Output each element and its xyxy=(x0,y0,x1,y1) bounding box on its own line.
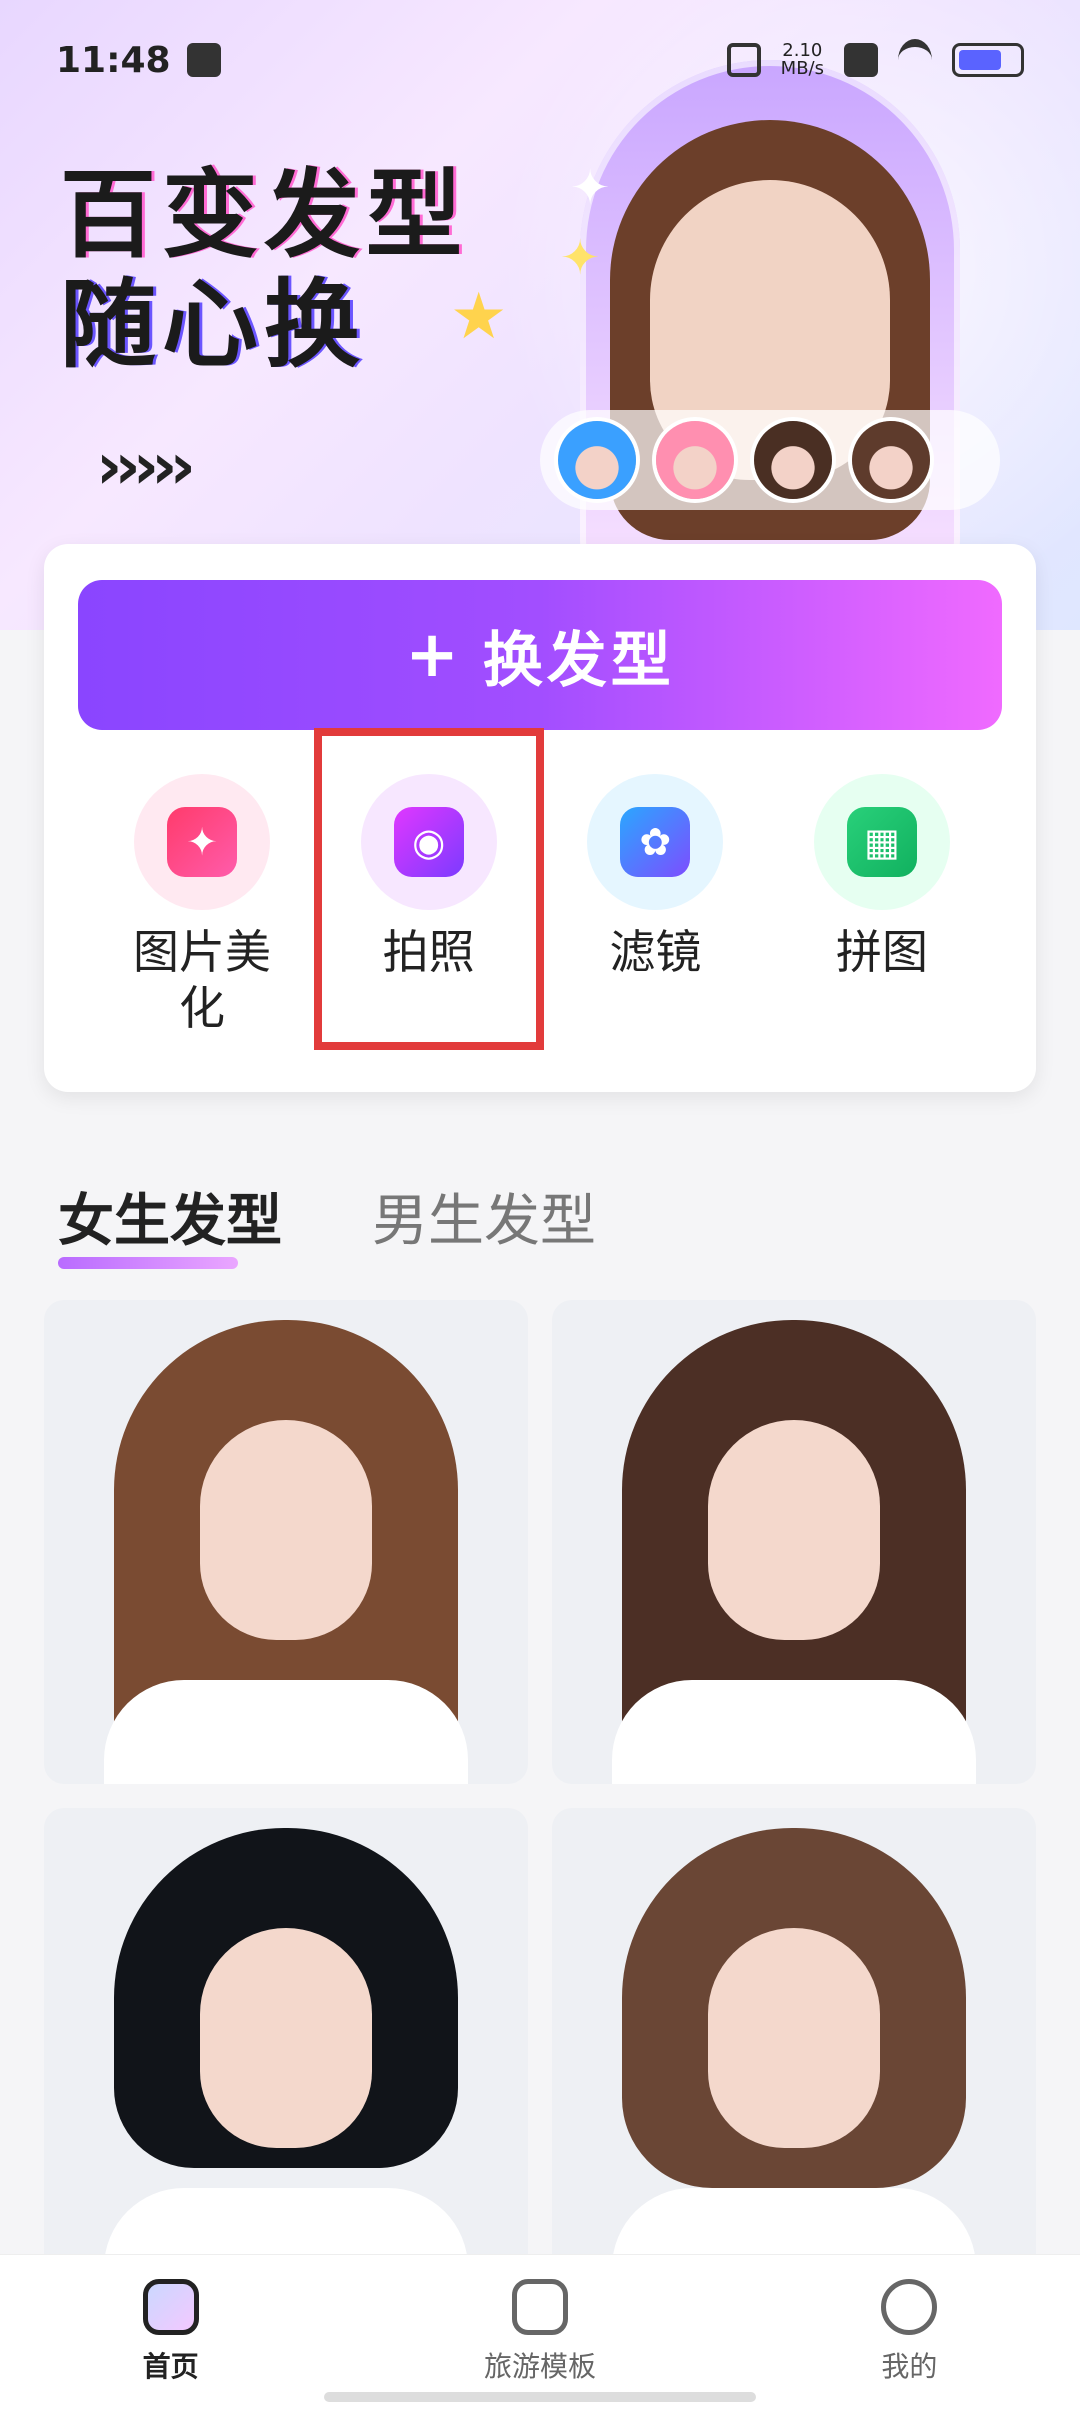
hairstyle-card[interactable] xyxy=(44,1808,528,2292)
notification-icon xyxy=(186,43,221,77)
bottom-navigation: 首页 旅游模板 我的 xyxy=(0,2254,1080,2409)
tool-camera[interactable]: ◉ 拍照 xyxy=(329,774,529,1074)
tool-label: 图片美化 xyxy=(133,925,271,1035)
sparkle-icon: ✦ xyxy=(570,160,611,216)
tool-label: 滤镜 xyxy=(609,925,702,979)
tool-bubble: ✦ xyxy=(134,774,270,910)
face-shape xyxy=(200,1928,372,2148)
nav-label: 我的 xyxy=(881,2350,938,2383)
tool-label: 拼图 xyxy=(835,925,928,979)
plus-icon: + xyxy=(405,618,463,692)
arrows-icon: ››››› xyxy=(96,430,196,504)
hairstyle-grid xyxy=(44,1300,1036,2292)
avatar-bob-hair xyxy=(852,421,930,499)
filter-icon: ✿ xyxy=(620,807,691,877)
status-left: 11:48 xyxy=(56,40,221,81)
sparkle-icon: ✦ xyxy=(560,230,601,286)
collage-icon: ▦ xyxy=(846,807,917,877)
tool-bubble: ◉ xyxy=(360,774,497,910)
banner-title-line2: 随心换 xyxy=(60,269,366,381)
status-bar: 11:48 2.10 MB/s xyxy=(0,0,1080,120)
network-speed: 2.10 MB/s xyxy=(781,42,824,78)
face-shape xyxy=(708,1420,880,1640)
avatar-pink-hair xyxy=(656,421,734,499)
change-hairstyle-button[interactable]: + 换发型 xyxy=(78,580,1002,730)
camera-icon: ◉ xyxy=(393,807,464,877)
status-right: 2.10 MB/s xyxy=(726,39,1024,81)
hairstyle-card[interactable] xyxy=(552,1300,1036,1784)
nav-home[interactable]: 首页 xyxy=(142,2279,199,2385)
status-time: 11:48 xyxy=(56,39,171,81)
shirt-shape xyxy=(612,1680,976,1784)
magic-wand-icon: ✦ xyxy=(167,807,237,877)
nav-label: 首页 xyxy=(142,2350,199,2383)
hairstyle-avatars xyxy=(540,410,1000,510)
hero-banner[interactable]: 11:48 2.10 MB/s 百变发型 随心换 ››››› ✦ ★ ✦ xyxy=(0,0,1080,630)
tool-row: ✦ 图片美化 ◉ 拍照 ✿ 滤镜 ▦ 拼图 xyxy=(102,774,982,1074)
nav-travel-templates[interactable]: 旅游模板 xyxy=(484,2279,596,2385)
tool-bubble: ✿ xyxy=(587,774,724,910)
change-hairstyle-label: 换发型 xyxy=(482,625,675,696)
shirt-shape xyxy=(104,1680,468,1784)
hairstyle-tabs: 女生发型 男生发型 xyxy=(58,1176,596,1269)
wifi-icon xyxy=(898,39,932,81)
tool-bubble: ▦ xyxy=(813,774,950,910)
hairstyle-card[interactable] xyxy=(44,1300,528,1784)
home-icon xyxy=(142,2279,199,2335)
tab-female-hairstyles[interactable]: 女生发型 xyxy=(58,1176,282,1269)
tool-photo-beautify[interactable]: ✦ 图片美化 xyxy=(102,774,302,1074)
template-icon xyxy=(511,2279,568,2335)
nav-profile[interactable]: 我的 xyxy=(881,2279,937,2385)
tab-male-hairstyles[interactable]: 男生发型 xyxy=(372,1176,596,1257)
star-icon: ★ xyxy=(450,280,508,354)
network-speed-unit: MB/s xyxy=(780,58,824,79)
face-shape xyxy=(708,1928,880,2148)
feature-card: + 换发型 ✦ 图片美化 ◉ 拍照 ✿ 滤镜 ▦ 拼图 xyxy=(44,544,1036,1092)
avatar-curly-hair xyxy=(754,421,832,499)
tool-collage[interactable]: ▦ 拼图 xyxy=(782,774,982,1074)
banner-title-line1: 百变发型 xyxy=(60,159,468,271)
nav-label: 旅游模板 xyxy=(483,2350,596,2383)
signal-off-icon xyxy=(844,43,878,77)
battery-icon xyxy=(952,43,1024,77)
banner-title: 百变发型 随心换 xyxy=(60,160,468,380)
tool-filter[interactable]: ✿ 滤镜 xyxy=(555,774,755,1074)
mute-icon xyxy=(726,43,761,77)
profile-icon xyxy=(881,2279,938,2335)
hairstyle-card[interactable] xyxy=(552,1808,1036,2292)
avatar-blue-hair xyxy=(558,421,636,499)
face-shape xyxy=(200,1420,372,1640)
tool-label: 拍照 xyxy=(382,925,475,979)
home-indicator[interactable] xyxy=(324,2392,756,2402)
